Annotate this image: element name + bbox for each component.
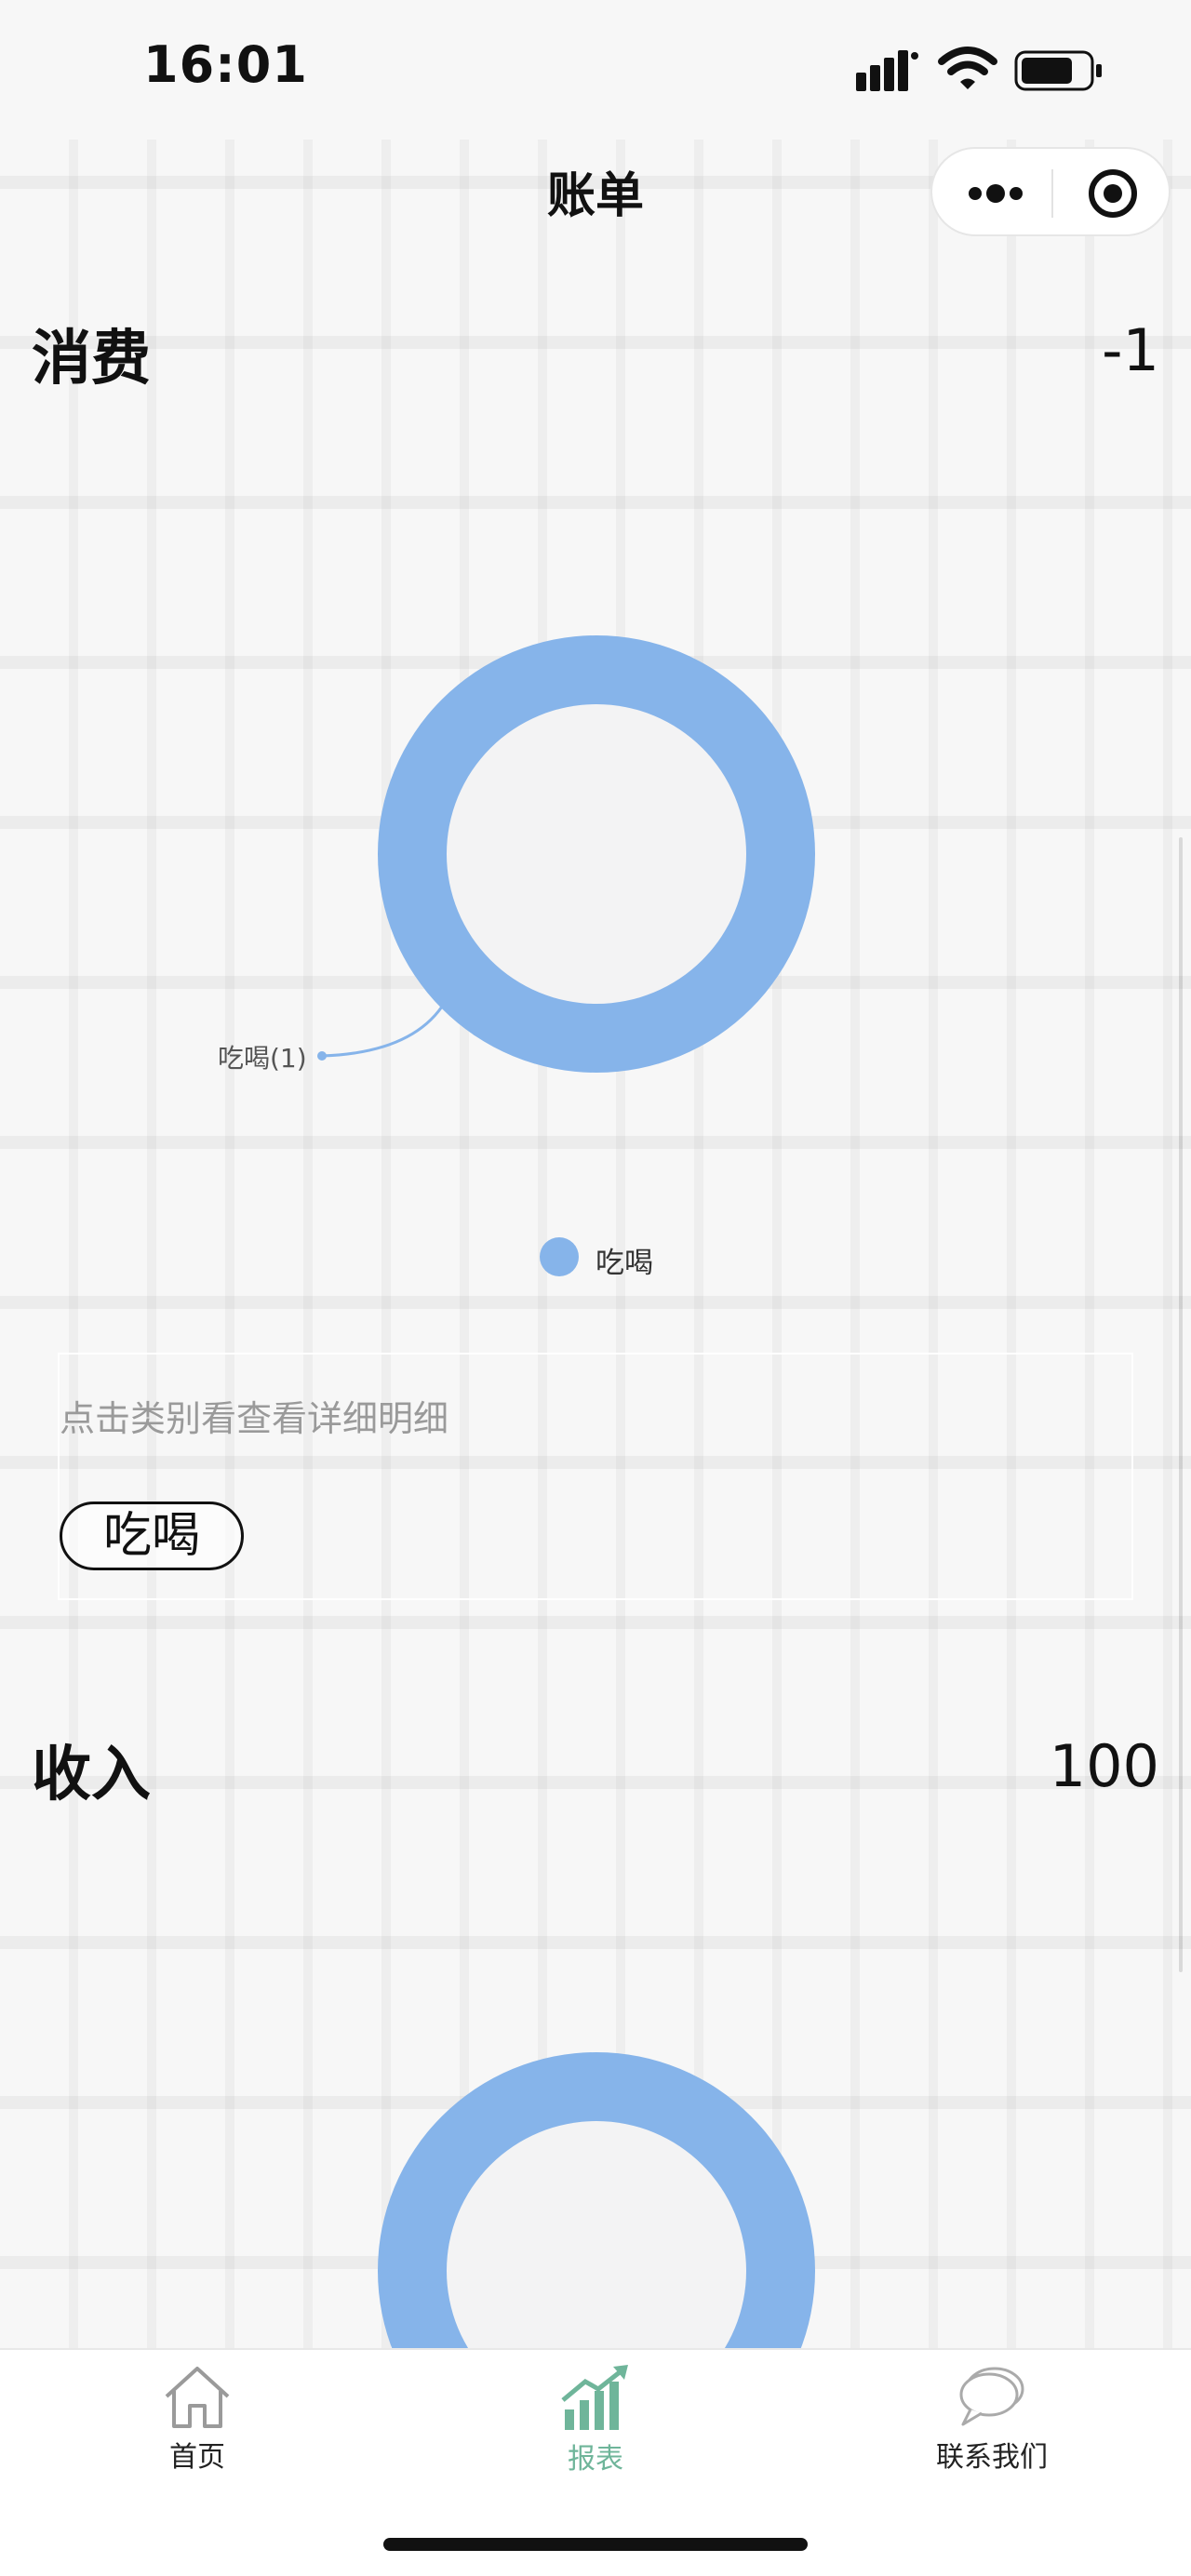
chat-bubble-icon — [959, 2367, 1024, 2426]
expense-title: 消费 — [32, 325, 151, 394]
page-title: 账单 — [546, 168, 644, 224]
home-icon — [165, 2367, 230, 2428]
chart-icon — [561, 2365, 628, 2430]
tab-report[interactable]: 报表 — [502, 2363, 689, 2476]
status-bar: 16:01 — [0, 0, 1191, 140]
close-target-icon[interactable] — [1087, 167, 1139, 220]
mini-program-capsule — [930, 147, 1171, 236]
category-chip-eat-drink[interactable]: 吃喝 — [60, 1502, 244, 1570]
slice-label: 吃喝(1) — [218, 1043, 307, 1074]
category-detail-panel: 点击类别看查看详细明细 吃喝 — [58, 1353, 1133, 1600]
capsule-divider — [1051, 169, 1053, 218]
battery-icon — [1014, 50, 1102, 91]
tab-home[interactable]: 首页 — [104, 2363, 290, 2475]
status-time: 16:01 — [143, 35, 308, 94]
slice-leader-line — [317, 1006, 444, 1061]
scrollbar[interactable] — [1179, 837, 1183, 1972]
income-title: 收入 — [32, 1741, 151, 1809]
expense-amount: -1 — [1102, 316, 1159, 384]
more-icon[interactable] — [968, 177, 1024, 210]
expense-donut-hole — [447, 704, 746, 1004]
legend-label[interactable]: 吃喝 — [596, 1239, 653, 1281]
signal-icon — [856, 50, 918, 91]
tab-report-label: 报表 — [568, 2443, 623, 2476]
tab-home-label: 首页 — [169, 2441, 225, 2474]
tab-contact-label: 联系我们 — [936, 2441, 1048, 2474]
legend-swatch — [540, 1237, 579, 1276]
detail-hint: 点击类别看查看详细明细 — [60, 1398, 449, 1439]
wifi-icon — [938, 47, 997, 89]
tab-contact[interactable]: 联系我们 — [899, 2363, 1085, 2475]
income-amount: 100 — [1049, 1732, 1159, 1800]
home-indicator[interactable] — [383, 2538, 808, 2551]
